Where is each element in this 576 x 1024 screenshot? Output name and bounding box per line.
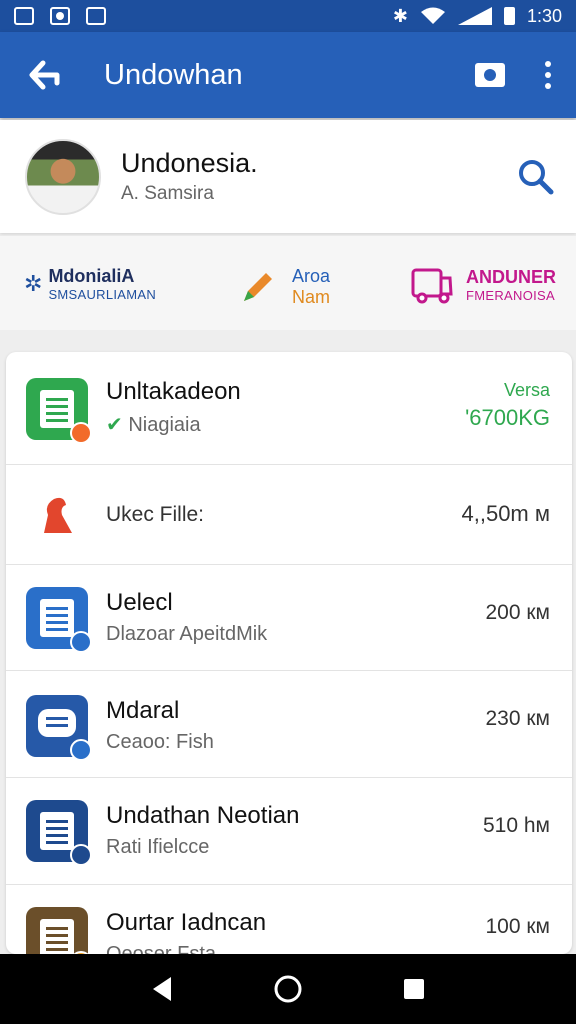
quick-actions: ✲ MdonialiA SMSAURLIAMAN Aroa Nam ANDUNE… xyxy=(0,236,576,330)
quick-action-1-title: MdonialiA xyxy=(48,266,135,286)
list-item[interactable]: Undathan Neotian Rati Ifielcce 510 hм xyxy=(6,778,572,885)
list-item[interactable]: Mdaral Ceaoo: Fish 230 км xyxy=(6,671,572,778)
quick-action-2[interactable]: Aroa Nam xyxy=(238,266,330,308)
quick-action-2-subtitle: Nam xyxy=(292,287,331,307)
list-item-title: Unltakadeon xyxy=(106,378,241,405)
file-list: Unltakadeon ✔ Niagiaia Versa '6700KG Uke… xyxy=(6,352,572,954)
quick-action-3-subtitle: FMERANOISA xyxy=(466,288,555,303)
sparkle-icon: ✲ xyxy=(24,271,43,296)
file-icon xyxy=(44,497,72,533)
more-dot-icon xyxy=(545,72,551,78)
list-item-title: Mdaral xyxy=(106,697,180,724)
profile-header: Undonesia. A. Samsira xyxy=(0,120,576,233)
delivery-icon xyxy=(411,268,453,304)
profile-subtitle: A. Samsira xyxy=(121,183,214,204)
document-icon xyxy=(26,378,92,444)
battery-icon xyxy=(503,7,515,25)
camera-button[interactable] xyxy=(460,32,520,118)
back-arrow-icon xyxy=(29,60,60,90)
list-item[interactable]: Ukec Fille: 4,,50m м xyxy=(6,465,572,565)
list-item-label: Versa xyxy=(503,380,550,400)
chat-icon xyxy=(26,695,92,761)
list-item-subtitle: Dlazoar ApeitdMik xyxy=(106,623,268,645)
list-item-title: Undathan Neotian xyxy=(106,802,300,829)
badge-icon xyxy=(70,631,92,653)
list-item-subtitle: Qeoser Fsta xyxy=(106,943,217,954)
list-item[interactable]: Unltakadeon ✔ Niagiaia Versa '6700KG xyxy=(6,352,572,465)
quick-action-1-subtitle: SMSAURLIAMAN xyxy=(48,287,157,302)
document-icon xyxy=(26,907,92,954)
search-icon xyxy=(519,159,554,194)
gallery-icon xyxy=(14,7,34,25)
list-item-subtitle: ✔ Niagiaia xyxy=(106,414,201,436)
quick-action-3-title: ANDUNER xyxy=(466,267,556,287)
more-dot-icon xyxy=(545,61,551,67)
quick-action-1[interactable]: ✲ MdonialiA SMSAURLIAMAN xyxy=(24,266,156,302)
list-item-title: Uelecl xyxy=(106,589,173,616)
list-item[interactable]: Ourtar Iadncan Qeoser Fsta 100 км xyxy=(6,885,572,954)
app-bar: Undowhan xyxy=(0,32,576,118)
document-icon xyxy=(26,800,92,866)
wifi-icon xyxy=(420,7,445,24)
signal-icon xyxy=(457,7,492,25)
list-item-title: Ourtar Iadncan xyxy=(106,909,267,936)
search-button[interactable] xyxy=(496,137,576,217)
camera-icon xyxy=(475,63,505,87)
check-icon: ✔ xyxy=(106,414,123,436)
list-item-size: 510 hм xyxy=(483,814,550,837)
list-item-size: 4,,50m м xyxy=(461,501,551,526)
quick-action-3[interactable]: ANDUNER FMERANOISA xyxy=(410,264,556,306)
recents-square-icon[interactable] xyxy=(401,976,427,1002)
list-item[interactable]: Uelecl Dlazoar ApeitdMik 200 км xyxy=(6,565,572,671)
badge-icon xyxy=(70,422,92,444)
list-item-subtitle: Rati Ifielcce xyxy=(106,836,210,858)
notification-icon xyxy=(50,7,70,25)
profile-name: Undonesia. xyxy=(121,148,258,178)
list-item-size: '6700KG xyxy=(465,405,550,430)
back-button[interactable] xyxy=(0,32,90,118)
more-options-button[interactable] xyxy=(520,32,576,118)
back-triangle-icon[interactable] xyxy=(149,975,175,1003)
page-title: Undowhan xyxy=(104,58,243,91)
home-circle-icon[interactable] xyxy=(273,974,303,1004)
system-nav-bar xyxy=(0,954,576,1024)
badge-icon xyxy=(70,844,92,866)
list-item-size: 200 км xyxy=(485,601,551,624)
list-item-title: Ukec Fille: xyxy=(106,503,205,526)
badge-icon xyxy=(70,739,92,761)
list-item-subtitle: Ceaoo: Fish xyxy=(106,731,214,753)
status-time: 1:30 xyxy=(526,5,562,26)
more-dot-icon xyxy=(545,83,551,89)
avatar[interactable] xyxy=(25,138,101,215)
shield-icon xyxy=(86,7,106,25)
list-item-size: 100 км xyxy=(485,915,551,938)
document-icon xyxy=(26,587,92,653)
quick-action-2-title: Aroa xyxy=(292,266,331,286)
list-item-size: 230 км xyxy=(485,707,551,730)
status-bar: ✱ 1:30 xyxy=(0,0,576,32)
pencil-icon xyxy=(244,273,272,301)
bluetooth-icon: ✱ xyxy=(392,5,408,26)
